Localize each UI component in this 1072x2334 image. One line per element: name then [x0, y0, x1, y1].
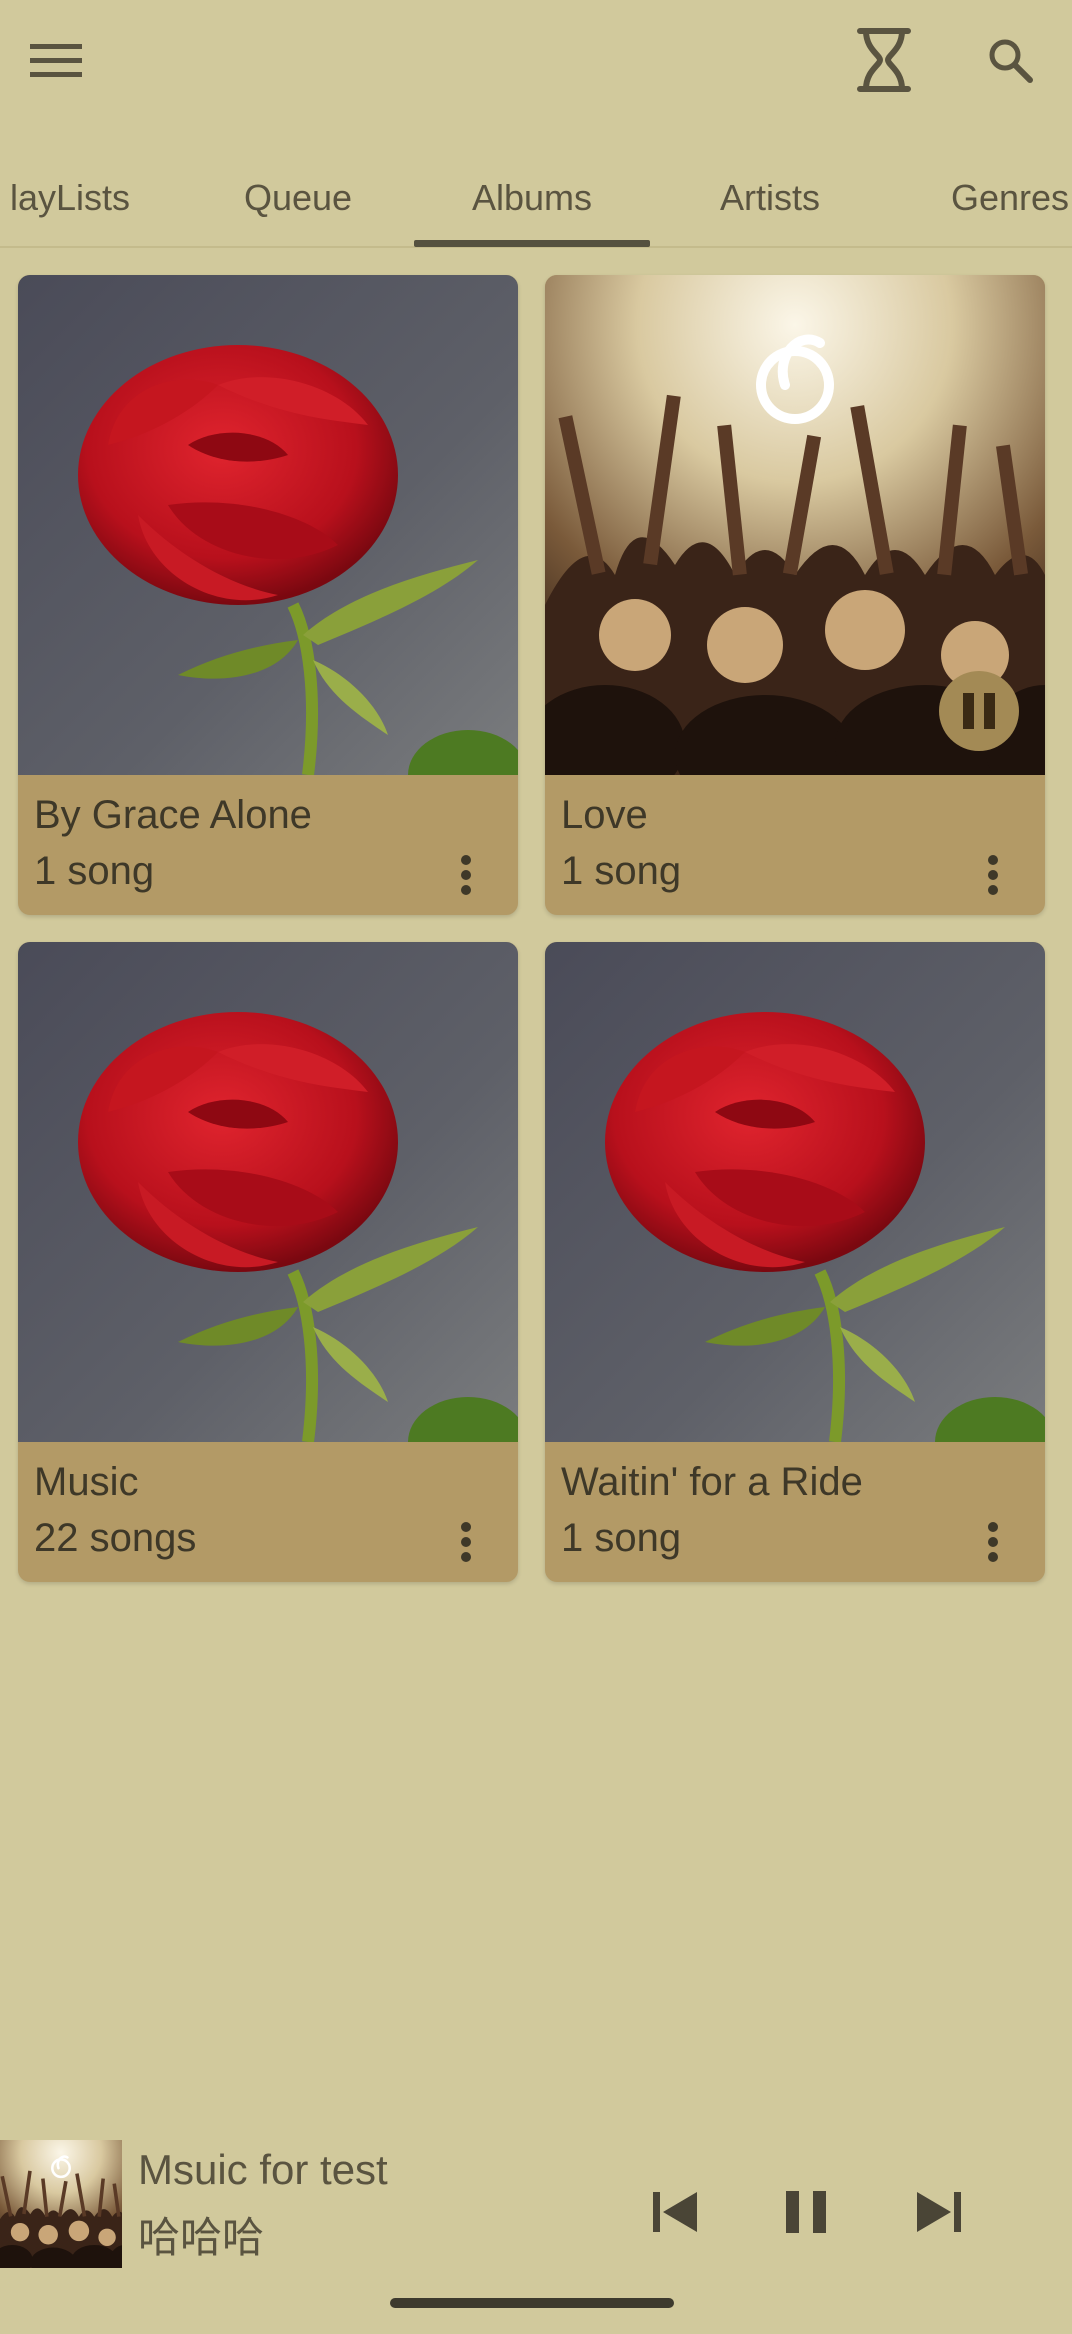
album-title: Love	[561, 793, 648, 837]
search-button[interactable]	[972, 26, 1048, 94]
search-icon	[989, 39, 1033, 83]
now-playing-title: Msuic for test	[138, 2146, 388, 2193]
menu-button[interactable]	[20, 26, 92, 94]
album-song-count: 1 song	[561, 849, 682, 893]
now-playing-artist: 哈哈哈	[138, 2214, 265, 2261]
album-card[interactable]: Love 1 song	[545, 275, 1045, 915]
skip-next-icon	[917, 2192, 961, 2232]
album-pause-button[interactable]	[939, 671, 1019, 751]
more-vert-icon	[461, 1522, 471, 1562]
album-title: By Grace Alone	[34, 793, 312, 837]
album-title: Music	[34, 1460, 139, 1504]
top-app-bar	[0, 0, 1072, 120]
album-more-button[interactable]	[436, 843, 496, 907]
previous-button[interactable]	[636, 2172, 716, 2252]
pause-icon	[963, 693, 995, 729]
album-song-count: 1 song	[561, 1516, 682, 1560]
pause-icon	[786, 2191, 826, 2233]
skip-previous-icon	[653, 2192, 697, 2232]
sleep-timer-button[interactable]	[846, 20, 922, 100]
tab-artists[interactable]: Artists	[690, 150, 850, 246]
album-card[interactable]: Music 22 songs	[18, 942, 518, 1582]
album-song-count: 22 songs	[34, 1516, 197, 1560]
selected-tab-indicator	[414, 240, 650, 247]
album-cover	[18, 275, 518, 775]
tab-albums[interactable]: Albums	[414, 150, 650, 246]
mini-player[interactable]: Msuic for test 哈哈哈	[0, 2136, 1072, 2272]
tab-playlists[interactable]: layLists	[0, 150, 150, 246]
next-button[interactable]	[898, 2172, 978, 2252]
album-card[interactable]: By Grace Alone 1 song	[18, 275, 518, 915]
more-vert-icon	[461, 855, 471, 895]
album-more-button[interactable]	[436, 1510, 496, 1574]
album-cover	[18, 942, 518, 1442]
album-song-count: 1 song	[34, 849, 155, 893]
play-pause-button[interactable]	[766, 2172, 846, 2252]
album-title: Waitin' for a Ride	[561, 1460, 863, 1504]
now-playing-cover[interactable]	[0, 2140, 122, 2268]
tab-bar: layLists Queue Albums Artists Genres	[0, 150, 1072, 246]
album-cover	[545, 942, 1045, 1442]
more-vert-icon	[988, 1522, 998, 1562]
home-indicator[interactable]	[390, 2298, 674, 2308]
album-more-button[interactable]	[963, 843, 1023, 907]
tab-queue[interactable]: Queue	[218, 150, 378, 246]
hamburger-menu-icon	[30, 44, 82, 77]
album-card[interactable]: Waitin' for a Ride 1 song	[545, 942, 1045, 1582]
more-vert-icon	[988, 855, 998, 895]
tab-genres[interactable]: Genres	[930, 150, 1072, 246]
hourglass-icon	[857, 28, 911, 92]
album-more-button[interactable]	[963, 1510, 1023, 1574]
